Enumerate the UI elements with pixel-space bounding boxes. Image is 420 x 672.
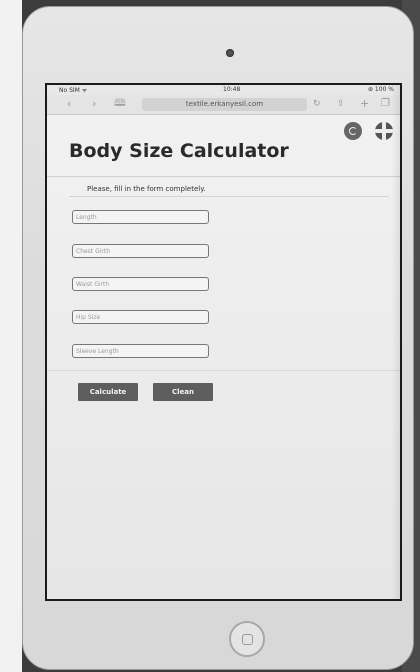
hip-size-input[interactable] [72,310,209,324]
reload-icon[interactable]: ↻ [313,98,321,110]
screen-shadow [392,85,400,599]
page-title: Body Size Calculator [69,140,289,162]
title-divider [47,176,400,177]
home-button[interactable] [229,621,265,657]
camera-icon [226,49,234,57]
share-icon[interactable]: ⇪ [337,98,345,110]
home-square-icon [242,634,253,645]
uk-flag-icon[interactable] [375,122,393,140]
address-bar[interactable]: textile.erkanyesil.com [142,98,307,111]
sleeve-length-input[interactable] [72,344,209,358]
clean-button[interactable]: Clean [153,383,213,401]
instruction-divider [69,196,389,197]
background-left [0,0,22,672]
form-divider [47,370,400,371]
url-text: textile.erkanyesil.com [185,100,264,108]
status-bar: No SIM ᯤ 10:48 ⊛ 100 % [47,85,400,95]
browser-toolbar: ‹ › 🕮 textile.erkanyesil.com ↻ ⇪ + ❐ [47,95,400,115]
chest-girth-input[interactable] [72,244,209,258]
status-battery: ⊛ 100 % [368,86,394,93]
calculate-button[interactable]: Calculate [78,383,138,401]
tablet-screen: No SIM ᯤ 10:48 ⊛ 100 % ‹ › 🕮 textile.erk… [45,83,402,601]
length-input[interactable] [72,210,209,224]
book-icon[interactable]: 🕮 [114,98,126,110]
chevron-right-icon[interactable]: › [92,98,96,110]
plus-icon[interactable]: + [360,98,369,110]
turkey-flag-icon[interactable] [344,122,362,140]
tabs-icon[interactable]: ❐ [381,98,390,110]
waist-girth-input[interactable] [72,277,209,291]
status-time: 10:48 [223,86,241,93]
status-carrier: No SIM ᯤ [59,87,88,94]
chevron-left-icon[interactable]: ‹ [67,98,71,110]
form-instruction: Please, fill in the form completely. [87,185,206,193]
